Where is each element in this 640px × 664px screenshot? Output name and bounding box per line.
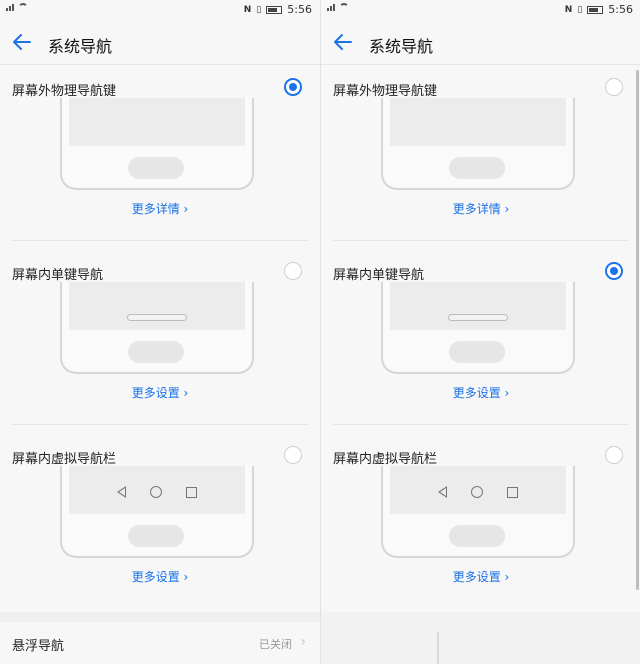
phone-illustration [381,466,575,558]
more-settings-link[interactable]: 更多设置 › [0,568,320,585]
gesture-pill-illustration [448,314,508,321]
section-gap [0,612,320,622]
gesture-pill-illustration [127,314,187,321]
settings-panel-right: N ▯ 5:56 系统导航 屏幕外物理导航键 更多详情 › 屏幕内单键导航 更多… [321,0,640,664]
phone-illustration [381,98,575,190]
page-title: 系统导航 [48,37,113,56]
option-label: 屏幕内单键导航 [12,268,104,283]
more-settings-link[interactable]: 更多设置 › [321,568,640,585]
battery-icon [266,5,283,14]
phone-screen [69,282,245,330]
nav-home-icon [150,486,162,498]
chevron-right-icon: › [300,634,306,650]
nav-option-physical-keys[interactable]: 屏幕外物理导航键 更多详情 › [0,66,320,250]
floating-nav-label: 悬浮导航 [12,639,65,654]
nav-back-icon [438,486,447,498]
wifi-icon [18,3,28,11]
option-label: 屏幕内单键导航 [333,268,425,283]
option-label: 屏幕内虚拟导航栏 [12,452,117,467]
blurred-bottom-area [321,612,640,664]
virtual-nav-keys [69,484,245,500]
divider [12,424,308,425]
battery-icon [587,5,604,14]
status-time: 5:56 [608,3,633,16]
vibrate-icon: ▯ [256,4,262,15]
header-divider [0,64,320,65]
home-button-illustration [128,525,184,547]
phone-illustration [60,282,254,374]
home-button-illustration [449,525,505,547]
nav-back-icon [117,486,126,498]
phone-screen [69,466,245,514]
radio-button[interactable] [284,446,302,464]
nav-recent-icon [507,486,518,498]
blurred-divider [437,632,439,664]
floating-nav-status: 已关闭 [259,638,292,651]
phone-illustration [60,466,254,558]
home-button-illustration [449,157,505,179]
home-button-illustration [128,157,184,179]
nfc-icon: N [243,4,252,15]
status-time: 5:56 [287,3,312,16]
phone-illustration [381,282,575,374]
radio-button-selected[interactable] [284,78,302,96]
status-bar: N ▯ 5:56 [0,0,320,18]
vibrate-icon: ▯ [577,4,583,15]
phone-illustration [60,98,254,190]
settings-panel-left: N ▯ 5:56 系统导航 屏幕外物理导航键 更多详情 › 屏幕内单键导航 更多… [0,0,320,664]
page-title: 系统导航 [369,37,434,56]
status-bar: N ▯ 5:56 [321,0,640,18]
phone-screen [390,282,566,330]
wifi-icon [339,3,349,11]
back-arrow-icon[interactable] [10,30,34,54]
virtual-nav-keys [390,484,566,500]
home-button-illustration [449,341,505,363]
signal-icon [6,3,14,11]
radio-button[interactable] [605,78,623,96]
home-button-illustration [128,341,184,363]
more-settings-link[interactable]: 更多设置 › [321,384,640,401]
nav-home-icon [471,486,483,498]
nav-option-single-key[interactable]: 屏幕内单键导航 更多设置 › [0,250,320,434]
option-label: 屏幕外物理导航键 [333,84,438,99]
divider [333,424,629,425]
nav-option-physical-keys[interactable]: 屏幕外物理导航键 更多详情 › [321,66,640,250]
nav-option-virtual-bar[interactable]: 屏幕内虚拟导航栏 更多设置 › [321,434,640,618]
nav-recent-icon [186,486,197,498]
phone-screen [390,98,566,146]
option-label: 屏幕内虚拟导航栏 [333,452,438,467]
more-details-link[interactable]: 更多详情 › [321,200,640,217]
divider [333,240,629,241]
radio-button[interactable] [284,262,302,280]
signal-icon [327,3,335,11]
nav-option-virtual-bar[interactable]: 屏幕内虚拟导航栏 更多设置 › [0,434,320,618]
nfc-icon: N [564,4,573,15]
nav-option-single-key[interactable]: 屏幕内单键导航 更多设置 › [321,250,640,434]
floating-nav-row[interactable]: 悬浮导航 已关闭 › [0,622,320,664]
more-settings-link[interactable]: 更多设置 › [0,384,320,401]
radio-button[interactable] [605,446,623,464]
app-header: 系统导航 [321,18,640,66]
header-divider [321,64,640,65]
phone-screen [69,98,245,146]
back-arrow-icon[interactable] [331,30,355,54]
radio-button-selected[interactable] [605,262,623,280]
app-header: 系统导航 [0,18,320,66]
option-label: 屏幕外物理导航键 [12,84,117,99]
more-details-link[interactable]: 更多详情 › [0,200,320,217]
phone-screen [390,466,566,514]
divider [12,240,308,241]
